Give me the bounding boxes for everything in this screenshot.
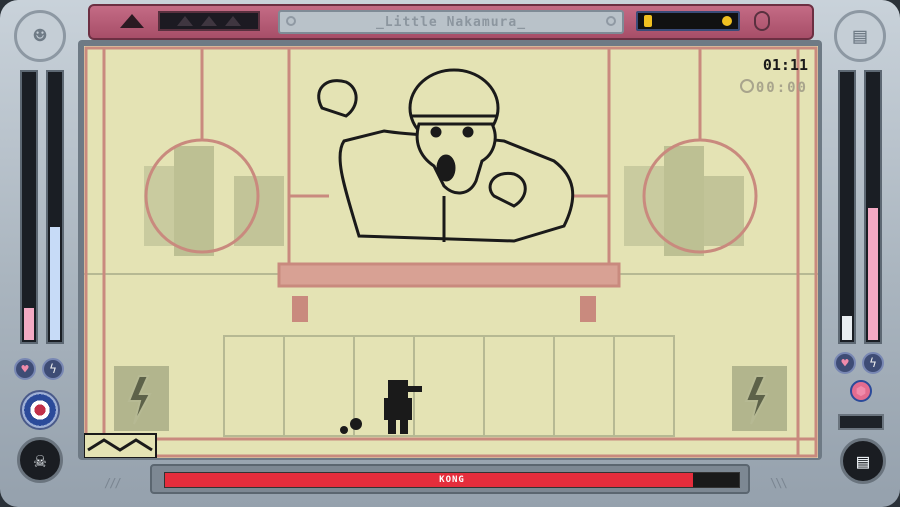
vent-grille-icon: \\\ <box>770 476 788 490</box>
document-icon: ▤ <box>834 10 886 62</box>
vent-grille-icon: /// <box>104 476 122 490</box>
lives-indicator <box>158 11 260 31</box>
lightning-icon: ϟ <box>42 358 64 380</box>
player-ninja <box>384 380 422 434</box>
coin-counter <box>636 11 740 31</box>
level-title: _Little Nakamura_ <box>375 14 527 30</box>
health-meter-fill <box>24 307 34 340</box>
target-button[interactable] <box>20 390 60 430</box>
health-meter <box>20 70 38 344</box>
screw-icon <box>606 16 616 26</box>
level-title-plate: _Little Nakamura_ <box>278 10 624 34</box>
energy-meter <box>46 70 64 344</box>
life-triangle-icon <box>225 16 241 26</box>
boss-health-bar: KONG <box>164 472 740 488</box>
ninja-face-icon: ☻ <box>14 10 66 62</box>
boss-health-panel: KONG <box>150 464 750 494</box>
left-player-panel: ☻ ♥ ϟ ☠ <box>0 0 82 507</box>
life-triangle-icon <box>201 16 217 26</box>
boss-kong <box>317 68 575 243</box>
p2-meter-left-fill <box>842 315 852 340</box>
game-scene <box>84 46 818 458</box>
gem-icon: ⬢ <box>850 380 872 402</box>
right-player-panel: ▤ ♥ ϟ ⬢ ▤ <box>818 0 900 507</box>
up-triangle-icon <box>120 14 144 28</box>
screw-icon <box>286 16 296 26</box>
slot-indicator <box>838 414 884 430</box>
stopwatch: 00:00 <box>739 79 808 96</box>
skull-mask-icon[interactable]: ☠ <box>17 437 63 483</box>
bomb-projectiles <box>340 418 362 434</box>
heart-icon: ♥ <box>834 352 856 374</box>
clock-icon <box>739 79 754 93</box>
game-device-frame: _Little Nakamura_ ☻ ♥ ϟ ☠ ▤ ♥ ϟ ⬢ ▤ 01:1… <box>0 0 900 507</box>
level-timer: 01:11 <box>762 56 808 74</box>
lightning-icon: ϟ <box>862 352 884 374</box>
energy-meter-fill <box>50 226 60 340</box>
coin-icon <box>644 15 652 27</box>
boss-name: KONG <box>439 475 465 485</box>
coin-token-icon <box>722 16 732 26</box>
stopwatch-value: 00:00 <box>755 80 808 96</box>
p2-meter-right-fill <box>868 207 878 340</box>
game-screen: 01:11 00:00 <box>84 46 818 458</box>
document-button[interactable]: ▤ <box>840 438 886 484</box>
life-triangle-icon <box>177 16 193 26</box>
capsule-icon <box>754 11 770 31</box>
worker-sprites <box>292 296 596 322</box>
floor-strip <box>84 433 157 458</box>
p2-meter-left <box>838 70 856 344</box>
heart-icon: ♥ <box>14 358 36 380</box>
p2-meter-right <box>864 70 882 344</box>
